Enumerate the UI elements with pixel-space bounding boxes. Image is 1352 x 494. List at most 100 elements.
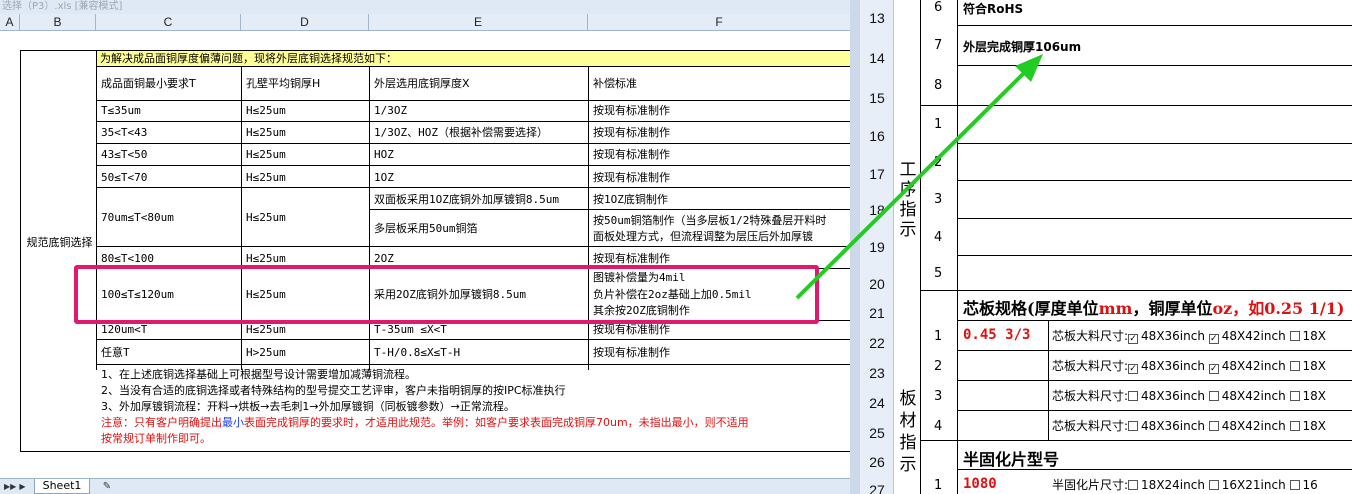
table-cell[interactable]: 多层板采用50um铜箔 xyxy=(371,222,478,235)
note-warning: 注意：只有客户明确提出最小表面完成铜厚的要求时，才适用此规范。举例：如客户要求表… xyxy=(101,416,749,429)
table-cell[interactable]: 面板处理方式，但流程调整为层压后外加厚镀 xyxy=(590,230,850,243)
table-cell[interactable]: H≤25um xyxy=(243,148,286,161)
window-title: 选择（P3）.xls [兼容模式] xyxy=(0,0,850,14)
first-sheet-icon[interactable]: ▶▶ xyxy=(4,481,16,492)
row-number-bar: 13 14 15 16 17 18 19 20 21 22 23 24 25 2… xyxy=(860,0,894,494)
row-number[interactable]: 24 xyxy=(860,395,894,411)
checkbox-icon[interactable] xyxy=(1128,480,1139,490)
table-cell[interactable]: H≤25um xyxy=(243,323,286,336)
column-header-c[interactable]: C xyxy=(96,14,241,31)
note-1: 1、在上述底铜选择基础上可根据型号设计需要增加减薄铜流程。 xyxy=(101,368,416,381)
table-cell[interactable]: 按现有标准制作 xyxy=(590,252,670,265)
table-cell[interactable]: H≤25um xyxy=(243,171,286,184)
table-cell[interactable]: 120um<T xyxy=(98,323,147,336)
table-cell[interactable]: HOZ xyxy=(371,148,394,161)
checkbox-icon[interactable] xyxy=(1208,421,1219,431)
row-number[interactable]: 15 xyxy=(860,90,894,106)
item-number: 8 xyxy=(934,78,943,93)
column-header-b[interactable]: B xyxy=(20,14,96,31)
table-cell[interactable]: T-H/0.8≤X≤T-H xyxy=(371,346,460,359)
table-cell[interactable]: H>25um xyxy=(243,346,286,359)
item-text[interactable]: 符合RoHS xyxy=(963,0,1023,17)
core-thickness-value[interactable]: 0.45 3/3 xyxy=(963,327,1030,343)
prepreg-value[interactable]: 1080 xyxy=(963,476,997,492)
table-cell[interactable]: H≤25um xyxy=(243,252,286,265)
row-number[interactable]: 22 xyxy=(860,335,894,351)
next-sheet-icon[interactable]: ▶ xyxy=(18,481,27,492)
row-number[interactable]: 16 xyxy=(860,128,894,144)
table-cell[interactable]: 按现有标准制作 xyxy=(590,148,670,161)
checkbox-checked-icon[interactable]: ✓ xyxy=(1208,364,1219,374)
checkbox-icon[interactable] xyxy=(1289,421,1300,431)
table-cell[interactable]: 按现有标准制作 xyxy=(590,104,670,117)
row-number[interactable]: 23 xyxy=(860,365,894,381)
note-warning-cont: 按常规订单制作即可。 xyxy=(101,432,211,445)
table-cell[interactable]: 1OZ xyxy=(371,171,394,184)
sheet-tab-sheet1[interactable]: Sheet1 xyxy=(34,479,90,494)
table-cell[interactable]: 按现有标准制作 xyxy=(590,126,670,139)
row-number[interactable]: 14 xyxy=(860,50,894,66)
spec-banner: 为解决成品面铜厚度偏薄问题，现将外层底铜选择规范如下： xyxy=(100,52,397,65)
row-number[interactable]: 19 xyxy=(860,239,894,255)
core-row-number: 2 xyxy=(934,359,943,374)
table-cell[interactable]: 1/3OZ xyxy=(371,104,407,117)
row-number[interactable]: 27 xyxy=(860,482,894,494)
checkbox-checked-icon[interactable]: ✓ xyxy=(1128,334,1139,344)
header-base-copper: 外层选用底铜厚度X xyxy=(374,77,470,90)
checkbox-icon[interactable] xyxy=(1289,480,1300,490)
row-number[interactable]: 17 xyxy=(860,166,894,182)
column-header-f[interactable]: F xyxy=(588,14,850,31)
row-number[interactable]: 21 xyxy=(860,305,894,321)
table-cell[interactable]: 按现有标准制作 xyxy=(590,323,670,336)
table-cell[interactable]: H≤25um xyxy=(243,104,286,117)
process-number: 1 xyxy=(934,117,943,132)
row-number[interactable]: 13 xyxy=(860,10,894,26)
column-header-e[interactable]: E xyxy=(369,14,588,31)
table-cell[interactable]: H≤25um xyxy=(243,126,286,139)
table-cell[interactable]: 按现有标准制作 xyxy=(590,171,670,184)
table-cell[interactable]: 1/3OZ、HOZ（根据补偿需要选择） xyxy=(371,126,548,139)
checkbox-icon[interactable] xyxy=(1208,480,1219,490)
checkbox-icon[interactable] xyxy=(1289,331,1300,341)
note-3: 3、外加厚镀铜流程：开料→烘板→去毛刺1→外加厚镀铜（同板镀参数）→正常流程。 xyxy=(101,400,515,413)
highlight-box xyxy=(74,265,819,324)
table-cell[interactable]: H≤25um xyxy=(243,211,286,224)
table-cell[interactable]: 任意T xyxy=(98,346,130,359)
table-cell[interactable]: 35<T<43 xyxy=(98,126,147,139)
table-cell[interactable]: T≤35um xyxy=(98,104,141,117)
core-row-number: 3 xyxy=(934,389,943,404)
table-cell[interactable]: T-35um ≤X<T xyxy=(371,323,447,336)
core-row-number: 4 xyxy=(934,419,943,434)
row-number[interactable]: 26 xyxy=(860,454,894,470)
row-number[interactable]: 25 xyxy=(860,425,894,441)
column-header-d[interactable]: D xyxy=(241,14,369,31)
insert-sheet-icon[interactable]: ✎ xyxy=(100,481,114,492)
process-number: 3 xyxy=(934,192,943,207)
spreadsheet-grid[interactable]: 规范底铜选择 为解决成品面铜厚度偏薄问题，现将外层底铜选择规范如下： 成品面铜最… xyxy=(0,31,850,478)
item-text[interactable]: 外层完成铜厚106um xyxy=(963,38,1081,55)
row-number[interactable]: 18 xyxy=(860,202,894,218)
side-label: 规范底铜选择 xyxy=(26,236,93,249)
table-cell[interactable]: 双面板采用1OZ底铜外加厚镀铜8.5um xyxy=(371,193,559,206)
core-row-number: 1 xyxy=(934,329,943,344)
table-cell[interactable]: 按现有标准制作 xyxy=(590,346,670,359)
table-cell[interactable]: 按1OZ底铜制作 xyxy=(590,193,668,206)
header-compensation: 补偿标准 xyxy=(593,77,637,90)
table-cell[interactable]: 按50um铜箔制作（当多层板1/2特殊叠层开料时 xyxy=(590,214,850,227)
checkbox-checked-icon[interactable]: ✓ xyxy=(1128,364,1139,374)
checkbox-icon[interactable] xyxy=(1128,391,1139,401)
checkbox-icon[interactable] xyxy=(1128,421,1139,431)
table-cell[interactable]: 50≤T<70 xyxy=(98,171,147,184)
table-cell[interactable]: 43≤T<50 xyxy=(98,148,147,161)
column-header-a[interactable]: A xyxy=(0,14,20,31)
table-cell[interactable]: 80≤T<100 xyxy=(98,252,154,265)
checkbox-icon[interactable] xyxy=(1289,391,1300,401)
checkbox-icon[interactable] xyxy=(1208,391,1219,401)
note-2: 2、当没有合适的底铜选择或者特殊结构的型号提交工艺评审，客户未指明铜厚的按IPC… xyxy=(101,384,566,397)
table-cell[interactable]: 70um≤T<80um xyxy=(98,211,174,224)
checkbox-icon[interactable] xyxy=(1289,361,1300,371)
row-number[interactable]: 20 xyxy=(860,276,894,292)
board-label: 板材指示 xyxy=(899,389,917,475)
checkbox-checked-icon[interactable]: ✓ xyxy=(1208,334,1219,344)
table-cell[interactable]: 2OZ xyxy=(371,252,394,265)
